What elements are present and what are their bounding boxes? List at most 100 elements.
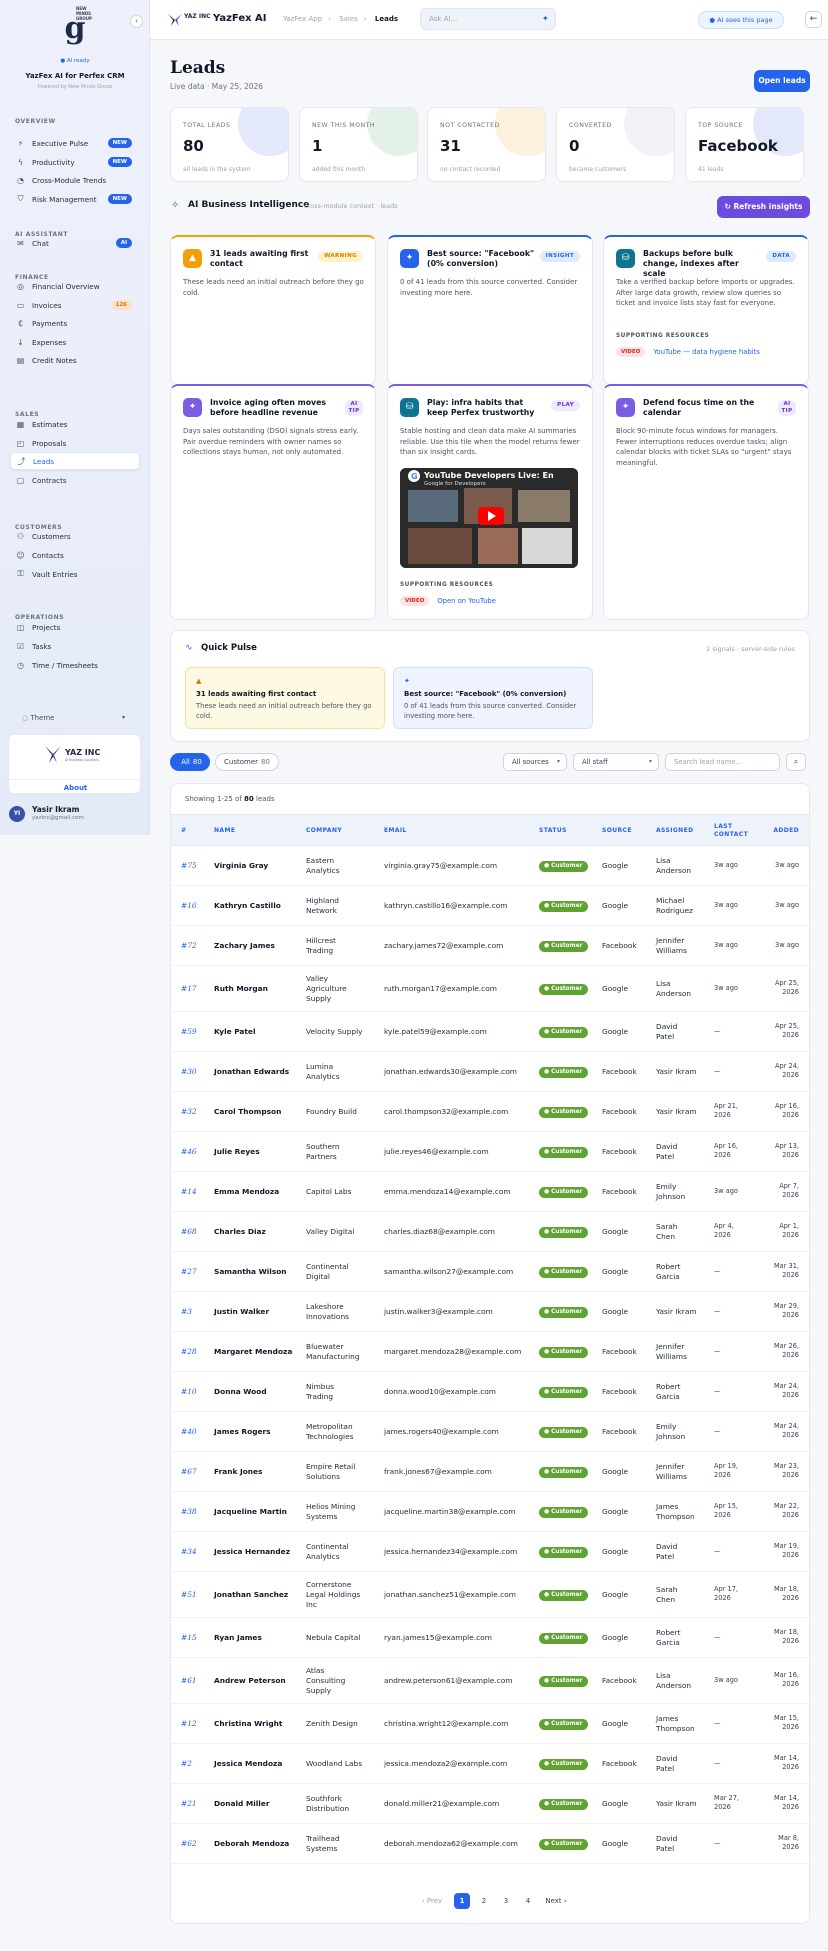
lead-id[interactable]: #27: [181, 1267, 197, 1277]
sidebar-item-productivity[interactable]: ϟ Productivity NEW: [10, 153, 140, 171]
page-4-button[interactable]: 4: [520, 1893, 536, 1909]
lead-name[interactable]: James Rogers: [214, 1427, 271, 1437]
lead-name[interactable]: Carol Thompson: [214, 1107, 281, 1117]
search-button[interactable]: ⌕: [786, 753, 806, 771]
next-page-button[interactable]: Next ›: [541, 1893, 571, 1909]
ask-ai-input[interactable]: Ask AI...: [420, 8, 556, 30]
sidebar-item-expenses[interactable]: ↓ Expenses: [10, 333, 140, 351]
sidebar-item-contacts[interactable]: ☺ Contacts: [10, 546, 140, 564]
lead-email[interactable]: ryan.james15@example.com: [384, 1633, 492, 1643]
sidebar-item-financial-overview[interactable]: ◎ Financial Overview: [10, 277, 140, 295]
lead-id[interactable]: #2: [181, 1759, 192, 1769]
table-row[interactable]: #72 Zachary James Hillcrest Trading zachary…: [171, 926, 809, 966]
table-row[interactable]: #62 Deborah Mendoza Trailhead Systems debor…: [171, 1824, 809, 1864]
table-row[interactable]: #51 Jonathan Sanchez Cornerstone Legal Hol…: [171, 1572, 809, 1618]
table-row[interactable]: #27 Samantha Wilson Continental Digital sam…: [171, 1252, 809, 1292]
sidebar-item-customers[interactable]: ⚇ Customers: [10, 527, 140, 545]
sidebar-item-leads[interactable]: ⤴ Leads: [10, 452, 140, 470]
lead-name[interactable]: Zachary James: [214, 941, 275, 951]
lead-id[interactable]: #68: [181, 1227, 197, 1237]
table-row[interactable]: #38 Jacqueline Martin Helios Mining System…: [171, 1492, 809, 1532]
lead-name[interactable]: Emma Mendoza: [214, 1187, 279, 1197]
lead-id[interactable]: #72: [181, 941, 197, 951]
lead-id[interactable]: #14: [181, 1187, 197, 1197]
breadcrumb-app[interactable]: YazFex App: [283, 15, 322, 23]
table-row[interactable]: #14 Emma Mendoza Capitol Labs emma.mendoza1…: [171, 1172, 809, 1212]
lead-name[interactable]: Julie Reyes: [214, 1147, 260, 1157]
lead-search-input[interactable]: Search lead name...: [665, 753, 780, 771]
lead-name[interactable]: Frank Jones: [214, 1467, 262, 1477]
table-row[interactable]: #21 Donald Miller Southfork Distribution do…: [171, 1784, 809, 1824]
resource-link[interactable]: YouTube — data hygiene habits: [653, 348, 759, 356]
collapse-sidebar-button[interactable]: ‹: [130, 15, 143, 28]
lead-id[interactable]: #3: [181, 1307, 192, 1317]
lead-email[interactable]: margaret.mendoza28@example.com: [384, 1347, 521, 1357]
table-row[interactable]: #2 Jessica Mendoza Woodland Labs jessica.me…: [171, 1744, 809, 1784]
lead-email[interactable]: jessica.mendoza2@example.com: [384, 1759, 507, 1769]
table-row[interactable]: #17 Ruth Morgan Valley Agriculture Supply r…: [171, 966, 809, 1012]
lead-email[interactable]: christina.wright12@example.com: [384, 1719, 508, 1729]
filter-customer-tab[interactable]: Customer 80: [215, 753, 279, 771]
lead-email[interactable]: frank.jones67@example.com: [384, 1467, 492, 1477]
lead-id[interactable]: #38: [181, 1507, 197, 1517]
open-leads-button[interactable]: Open leads: [754, 70, 810, 92]
lead-name[interactable]: Christina Wright: [214, 1719, 282, 1729]
lead-id[interactable]: #59: [181, 1027, 197, 1037]
youtube-video-thumbnail[interactable]: G YouTube Developers Live: En Google for D…: [400, 468, 578, 568]
sidebar-item-invoices[interactable]: ▭ Invoices 126: [10, 296, 140, 314]
lead-name[interactable]: Virginia Gray: [214, 861, 268, 871]
lead-email[interactable]: jonathan.sanchez51@example.com: [384, 1590, 516, 1600]
lead-id[interactable]: #30: [181, 1067, 197, 1077]
lead-email[interactable]: justin.walker3@example.com: [384, 1307, 493, 1317]
ai-sees-page-badge[interactable]: ● AI sees this page: [698, 11, 784, 29]
table-row[interactable]: #61 Andrew Peterson Atlas Consulting Suppl…: [171, 1658, 809, 1704]
lead-email[interactable]: charles.diaz68@example.com: [384, 1227, 495, 1237]
lead-id[interactable]: #40: [181, 1427, 197, 1437]
table-row[interactable]: #75 Virginia Gray Eastern Analytics virgini…: [171, 846, 809, 886]
lead-email[interactable]: zachary.james72@example.com: [384, 941, 503, 951]
lead-email[interactable]: deborah.mendoza62@example.com: [384, 1839, 518, 1849]
lead-name[interactable]: Ryan James: [214, 1633, 262, 1643]
staff-select[interactable]: All staff ▾: [573, 753, 659, 771]
lead-name[interactable]: Jacqueline Martin: [214, 1507, 287, 1517]
lead-email[interactable]: andrew.peterson61@example.com: [384, 1676, 513, 1686]
lead-email[interactable]: samantha.wilson27@example.com: [384, 1267, 513, 1277]
lead-id[interactable]: #12: [181, 1719, 197, 1729]
lead-name[interactable]: Kyle Patel: [214, 1027, 255, 1037]
prev-page-button[interactable]: ‹ Prev: [417, 1893, 447, 1909]
table-row[interactable]: #34 Jessica Hernandez Continental Analytic…: [171, 1532, 809, 1572]
sidebar-item-projects[interactable]: ◫ Projects: [10, 618, 140, 636]
lead-name[interactable]: Donald Miller: [214, 1799, 269, 1809]
lead-name[interactable]: Jonathan Sanchez: [214, 1590, 288, 1600]
table-row[interactable]: #32 Carol Thompson Foundry Build carol.thom…: [171, 1092, 809, 1132]
lead-name[interactable]: Deborah Mendoza: [214, 1839, 289, 1849]
refresh-insights-button[interactable]: ↻ Refresh insights: [717, 196, 810, 218]
lead-email[interactable]: donna.wood10@example.com: [384, 1387, 496, 1397]
lead-id[interactable]: #67: [181, 1467, 197, 1477]
lead-email[interactable]: jessica.hernandez34@example.com: [384, 1547, 517, 1557]
sidebar-item-estimates[interactable]: ▦ Estimates: [10, 415, 140, 433]
lead-id[interactable]: #17: [181, 984, 197, 994]
lead-name[interactable]: Charles Diaz: [214, 1227, 266, 1237]
sidebar-item-credit-notes[interactable]: ▤ Credit Notes: [10, 351, 140, 369]
lead-name[interactable]: Samantha Wilson: [214, 1267, 287, 1277]
lead-email[interactable]: carol.thompson32@example.com: [384, 1107, 508, 1117]
lead-id[interactable]: #28: [181, 1347, 197, 1357]
back-button[interactable]: ←: [805, 11, 822, 28]
page-1-button[interactable]: 1: [454, 1893, 470, 1909]
table-row[interactable]: #28 Margaret Mendoza Bluewater Manufacturi…: [171, 1332, 809, 1372]
breadcrumb-sales[interactable]: Sales: [339, 15, 358, 23]
lead-id[interactable]: #16: [181, 901, 197, 911]
lead-id[interactable]: #32: [181, 1107, 197, 1117]
sidebar-item-vault-entries[interactable]: ⚿ Vault Entries: [10, 565, 140, 583]
lead-name[interactable]: Justin Walker: [214, 1307, 269, 1317]
lead-id[interactable]: #21: [181, 1799, 197, 1809]
sidebar-item-chat[interactable]: ✉ Chat AI: [10, 234, 140, 252]
table-row[interactable]: #30 Jonathan Edwards Lumina Analytics jonat…: [171, 1052, 809, 1092]
lead-email[interactable]: jonathan.edwards30@example.com: [384, 1067, 517, 1077]
table-row[interactable]: #12 Christina Wright Zenith Design christin…: [171, 1704, 809, 1744]
lead-name[interactable]: Andrew Peterson: [214, 1676, 286, 1686]
sidebar-item-payments[interactable]: ₵ Payments: [10, 314, 140, 332]
sidebar-item-cross-module-trends[interactable]: ◔ Cross-Module Trends: [10, 171, 140, 189]
lead-email[interactable]: ruth.morgan17@example.com: [384, 984, 497, 994]
